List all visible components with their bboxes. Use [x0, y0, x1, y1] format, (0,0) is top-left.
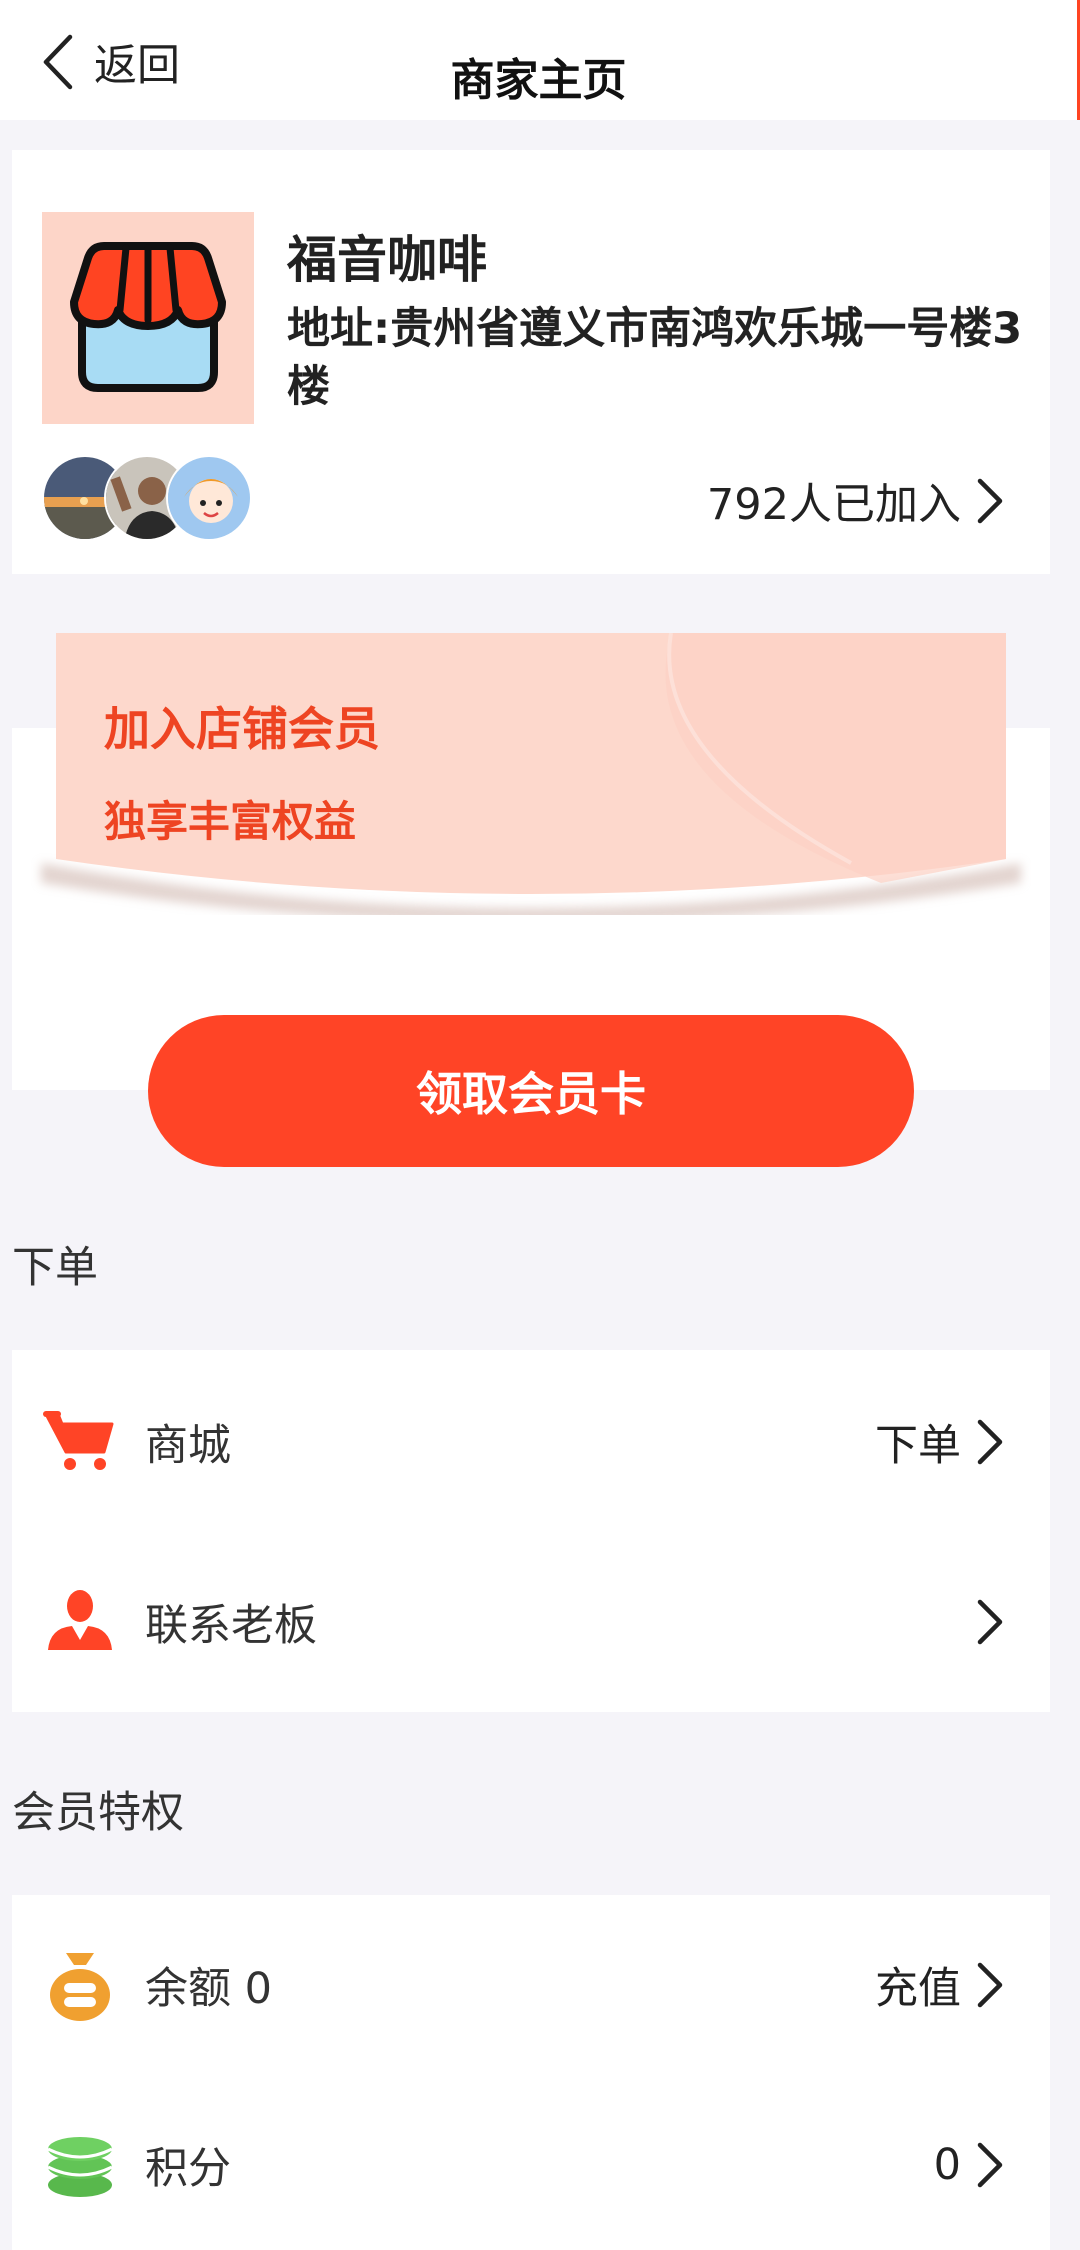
chevron-right-icon [977, 1599, 1003, 1645]
list-item-label: 积分 [145, 2144, 231, 2194]
list-item-label: 余额 0 [145, 1964, 273, 2014]
privilege-section-label: 会员特权 [12, 1788, 184, 1838]
shop-address: 地址:贵州省遵义市南鸿欢乐城一号楼3楼 [287, 304, 1023, 412]
list-item-label: 商城 [145, 1421, 231, 1471]
joined-count: 792人已加入 [706, 480, 961, 530]
list-item-action: 下单 [875, 1411, 1005, 1473]
shop-info-card: 福音咖啡 地址:贵州省遵义市南鸿欢乐城一号楼3楼 792人已加入 [12, 150, 1050, 574]
member-banner-background [41, 633, 1021, 915]
coin-stack-icon [42, 2127, 118, 2203]
list-item-mall[interactable]: 商城 下单 [12, 1352, 1050, 1532]
chevron-right-icon [977, 1962, 1003, 2008]
page-title: 商家主页 [450, 55, 627, 106]
privilege-list: 余额 0 充值 积分 0 [12, 1895, 1050, 2250]
top-nav-bar: 返回 商家主页 [0, 0, 1080, 120]
list-item-action [961, 1597, 1005, 1647]
list-item-right-text: 充值 [875, 1964, 961, 2014]
chevron-right-icon [977, 1419, 1003, 1465]
member-title: 加入店铺会员 [104, 702, 380, 756]
list-item-right-text: 0 [933, 2140, 961, 2190]
claim-member-card-button[interactable]: 领取会员卡 [148, 1015, 914, 1167]
merchant-home-page: 返回 商家主页 福音咖啡 地址:贵州省遵义市南鸿欢乐城一号楼3楼 792人已加入… [0, 0, 1080, 2250]
member-banner: 加入店铺会员 独享丰富权益 [41, 633, 1021, 915]
shop-name: 福音咖啡 [287, 231, 487, 289]
list-item-right-text: 下单 [875, 1421, 961, 1471]
shop-logo [42, 212, 254, 424]
chevron-right-icon [977, 2142, 1003, 2188]
avatar [166, 455, 252, 541]
order-section-label: 下单 [12, 1243, 98, 1293]
joined-members-link[interactable]: 792人已加入 [707, 470, 1005, 532]
list-item-points[interactable]: 积分 0 [12, 2075, 1050, 2250]
list-item-action: 0 [934, 2140, 1005, 2190]
person-icon [42, 1584, 118, 1660]
shopping-cart-icon [42, 1404, 118, 1480]
chevron-right-icon [977, 478, 1003, 524]
list-item-label: 联系老板 [145, 1601, 317, 1651]
member-subtitle: 独享丰富权益 [104, 797, 357, 846]
order-list: 商城 下单 联系老板 [12, 1350, 1050, 1712]
storefront-icon [70, 242, 226, 392]
list-item-contact-owner[interactable]: 联系老板 [12, 1532, 1050, 1712]
list-item-balance[interactable]: 余额 0 充值 [12, 1895, 1050, 2075]
money-bag-icon [42, 1947, 118, 2023]
list-item-action: 充值 [875, 1954, 1005, 2016]
